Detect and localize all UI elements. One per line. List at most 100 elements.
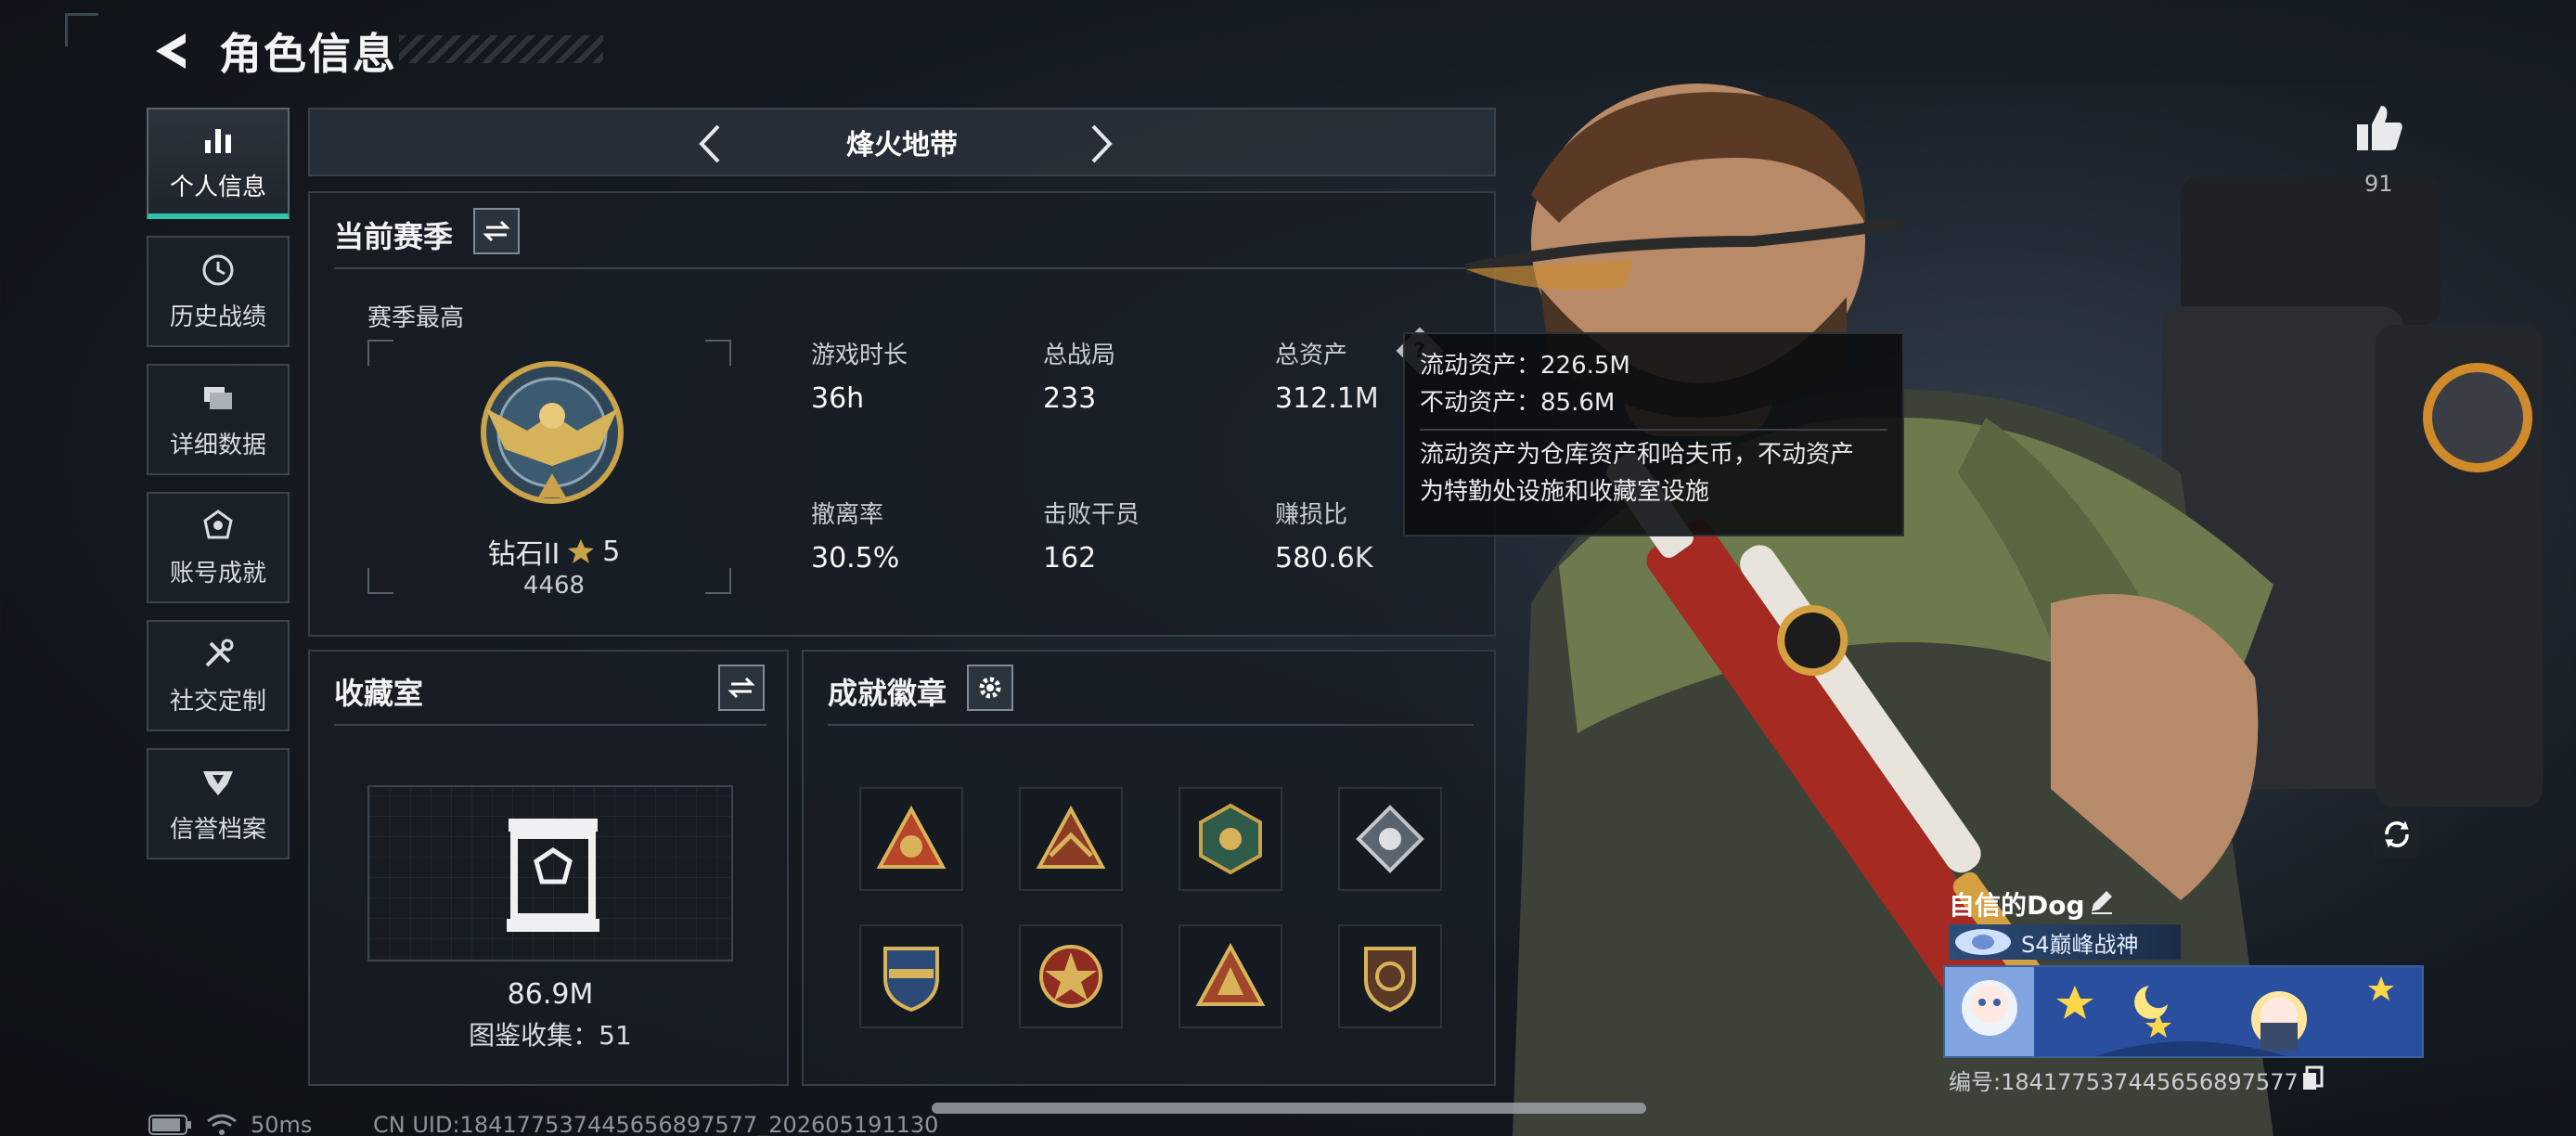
badge-hexagon-green-icon bbox=[1199, 803, 1262, 875]
folder-icon bbox=[204, 386, 232, 409]
sidebar-item-detailed-data[interactable]: 详细数据 bbox=[147, 364, 290, 475]
sidebar-item-personal-info[interactable]: 个人信息 bbox=[147, 108, 290, 219]
sidebar-item-label: 详细数据 bbox=[169, 431, 266, 459]
achievement-icon bbox=[203, 509, 233, 538]
divider bbox=[334, 267, 1472, 269]
stat-label: 总战局 bbox=[1043, 342, 1116, 369]
collection-value: 86.9M bbox=[507, 978, 594, 1011]
rank-emblem-icon bbox=[481, 361, 624, 504]
gear-icon bbox=[979, 677, 1001, 699]
sidebar-item-history[interactable]: 历史战绩 bbox=[147, 236, 290, 347]
swap-icon bbox=[483, 220, 510, 242]
sidebar-item-label: 账号成就 bbox=[169, 559, 266, 587]
display-case-icon bbox=[507, 819, 599, 932]
back-arrow-icon bbox=[156, 33, 186, 69]
season-selector: 烽火地带 bbox=[308, 108, 1496, 176]
badge-slot[interactable] bbox=[1179, 924, 1282, 1028]
copy-icon bbox=[2303, 1065, 2324, 1090]
section-title: 收藏室 bbox=[334, 676, 424, 711]
chevron-right-icon bbox=[1091, 124, 1113, 163]
collection-panel: 收藏室 86.9M 图鉴收集：51 bbox=[308, 650, 789, 1086]
refresh-icon bbox=[2385, 820, 2409, 848]
tools-icon bbox=[205, 639, 234, 666]
badge-slot[interactable] bbox=[1179, 787, 1282, 891]
badge-slot[interactable] bbox=[1019, 787, 1123, 891]
next-season-button[interactable] bbox=[1076, 121, 1123, 167]
back-button[interactable] bbox=[148, 28, 195, 74]
rank-stars: 5 bbox=[602, 535, 621, 568]
clock-icon bbox=[202, 254, 234, 285]
frame-corner bbox=[367, 568, 393, 594]
rank-score: 4468 bbox=[522, 572, 586, 600]
rank-label: 钻石II 5 bbox=[475, 531, 633, 572]
season-best-label: 赛季最高 bbox=[367, 304, 465, 332]
status-bar: 50ms bbox=[148, 1112, 312, 1136]
stat-value: 162 bbox=[1043, 542, 1097, 574]
swap-icon bbox=[728, 677, 755, 699]
sidebar-item-label: 历史战绩 bbox=[169, 303, 266, 331]
player-id: 编号:184177537445656897577 bbox=[1949, 1064, 2299, 1096]
tooltip-divider bbox=[1420, 429, 1887, 431]
wings-emblem-icon bbox=[1955, 929, 2011, 955]
collection-switch-button[interactable] bbox=[718, 665, 765, 711]
refresh-button[interactable] bbox=[2374, 811, 2420, 858]
copy-id-button[interactable] bbox=[2301, 1065, 2324, 1091]
tooltip-liquid-assets: 流动资产：226.5M bbox=[1420, 352, 1630, 380]
anime-banner-image bbox=[1945, 967, 2422, 1056]
wifi-icon bbox=[207, 1114, 237, 1135]
thumbs-up-icon bbox=[2357, 106, 2402, 150]
home-indicator[interactable] bbox=[932, 1103, 1646, 1114]
sidebar-item-label: 社交定制 bbox=[169, 687, 266, 716]
prev-season-button[interactable] bbox=[689, 121, 735, 167]
season-name: 烽火地带 bbox=[846, 129, 958, 161]
ping-value: 50ms bbox=[251, 1112, 313, 1136]
badge-slot[interactable] bbox=[859, 924, 963, 1028]
sidebar-item-label: 个人信息 bbox=[169, 173, 266, 201]
like-button[interactable] bbox=[2353, 102, 2405, 154]
player-id-text: 编号:184177537445656897577 bbox=[1949, 1069, 2299, 1095]
credit-shield-icon bbox=[203, 770, 233, 795]
player-name: 自信的Dog bbox=[1949, 885, 2085, 923]
like-count: 91 bbox=[2364, 171, 2393, 197]
badge-star-red-icon bbox=[1039, 945, 1102, 1008]
section-title: 当前赛季 bbox=[334, 219, 454, 254]
season-switch-button[interactable] bbox=[473, 208, 520, 254]
corner-decoration bbox=[65, 13, 98, 46]
sidebar-item-credit-record[interactable]: 信誉档案 bbox=[147, 748, 290, 859]
page-title: 角色信息 bbox=[219, 29, 397, 79]
catalog-count: 图鉴收集：51 bbox=[469, 1020, 632, 1051]
section-title: 成就徽章 bbox=[828, 676, 947, 711]
sidebar-item-social-custom[interactable]: 社交定制 bbox=[147, 620, 290, 731]
badge-slot[interactable] bbox=[1019, 924, 1123, 1028]
rank-title-badge: S4巅峰战神 bbox=[1949, 924, 2181, 960]
rank-title-text: S4巅峰战神 bbox=[2021, 931, 2139, 958]
rank-name: 钻石II bbox=[487, 538, 560, 571]
tooltip-fixed-assets: 不动资产：85.6M bbox=[1420, 389, 1616, 417]
frame-corner bbox=[367, 340, 393, 366]
bar-chart-icon bbox=[205, 128, 231, 153]
divider bbox=[334, 724, 766, 726]
badge-settings-button[interactable] bbox=[967, 665, 1013, 711]
chevron-left-icon bbox=[699, 124, 720, 163]
name-card-banner[interactable] bbox=[1943, 965, 2424, 1058]
edit-name-button[interactable] bbox=[2088, 887, 2116, 915]
badge-triangle-gold-icon bbox=[1036, 805, 1106, 869]
stat-value: 233 bbox=[1043, 382, 1097, 415]
collection-showcase[interactable] bbox=[367, 785, 733, 962]
stat-label: 击败干员 bbox=[1043, 501, 1140, 529]
sidebar-item-achievements[interactable]: 账号成就 bbox=[147, 492, 290, 603]
frame-corner bbox=[705, 340, 731, 366]
badge-triangle-red-icon bbox=[876, 805, 947, 869]
sidebar-item-label: 信誉档案 bbox=[169, 815, 266, 844]
asset-tooltip: 流动资产：226.5M 不动资产：85.6M 流动资产为仓库资产和哈夫币，不动资… bbox=[1403, 332, 1904, 536]
badge-slot[interactable] bbox=[859, 787, 963, 891]
pencil-icon bbox=[2092, 891, 2112, 914]
stat-value: 30.5% bbox=[811, 542, 900, 574]
stat-label: 游戏时长 bbox=[811, 342, 908, 369]
tooltip-desc: 流动资产为仓库资产和哈夫币，不动资产 bbox=[1420, 441, 1855, 469]
tooltip-desc: 为特勤处设施和收藏室设施 bbox=[1420, 478, 1710, 506]
frame-corner bbox=[705, 568, 731, 594]
star-icon bbox=[568, 539, 595, 563]
uid-text: CN UID:184177537445656897577_20260519113… bbox=[373, 1112, 939, 1136]
player-name-text: 自信的Dog bbox=[1949, 890, 2085, 921]
